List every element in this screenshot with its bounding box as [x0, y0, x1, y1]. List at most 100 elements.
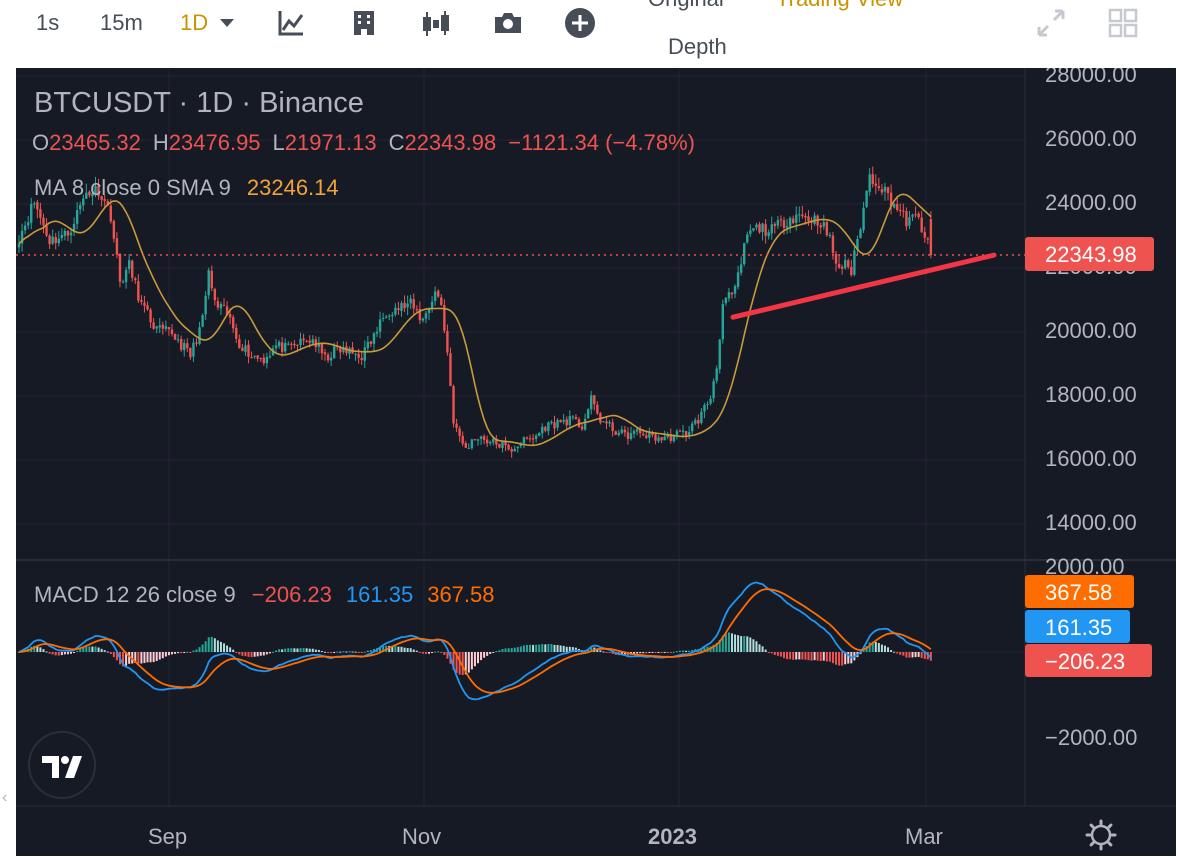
macd-hist-bar [789, 652, 792, 660]
candle-body [547, 422, 550, 432]
grid-layout-icon[interactable] [1106, 6, 1140, 40]
macd-signal-value: 367.58 [427, 582, 494, 607]
camera-icon[interactable] [491, 6, 525, 40]
macd-hist-bar [192, 650, 195, 652]
time-label: 2023 [648, 824, 697, 849]
candle-body [173, 333, 177, 340]
candle-body [42, 217, 45, 226]
macd-hist-bar [308, 648, 311, 652]
candles-icon[interactable] [419, 6, 453, 40]
candle-body [853, 250, 856, 275]
macd-hist-bar [97, 647, 100, 652]
chart-toolbar: 1s 15m 1D Original Trading View Depth [0, 0, 1178, 68]
tab-tradingview[interactable]: Trading View [776, 0, 903, 12]
macd-hist-bar [302, 648, 305, 652]
candle-body [207, 270, 210, 296]
candle-body [684, 431, 688, 436]
candle-body [54, 236, 57, 244]
candle-body [437, 290, 440, 297]
macd-hist-bar [327, 652, 330, 653]
macd-hist-bar [146, 652, 149, 663]
candle-body [590, 395, 593, 410]
macd-hist-bar [492, 652, 495, 653]
macd-hist-bar [678, 650, 681, 652]
low-value: 21971.13 [285, 130, 377, 155]
building-icon[interactable] [347, 6, 381, 40]
candle-body [482, 436, 486, 440]
candle-body [33, 203, 36, 205]
macd-hist-bar [109, 652, 112, 654]
candle-body [908, 217, 911, 226]
macd-hist-bar [544, 644, 547, 652]
macd-hist-bar [137, 652, 140, 664]
candle-body [492, 438, 495, 443]
macd-hist-bar [835, 652, 838, 665]
time-axis-bg [16, 808, 1176, 856]
macd-hist-bar [140, 652, 143, 664]
macd-hist-bar [779, 652, 782, 657]
candle-body [124, 269, 128, 283]
candle-body [470, 439, 474, 449]
macd-hist-bar [256, 652, 259, 657]
candle-body [865, 190, 868, 207]
fullscreen-icon[interactable] [1034, 6, 1068, 40]
macd-hist-bar [348, 651, 351, 653]
macd-hist-bar [437, 651, 440, 653]
macd-hist-bar [421, 652, 424, 654]
candle-body [663, 436, 666, 441]
candle-body [320, 343, 324, 354]
candle-body [831, 235, 835, 253]
candle-body [611, 422, 614, 432]
candle-body [57, 238, 60, 244]
candle-body [544, 427, 547, 431]
candle-body [724, 297, 728, 304]
macd-hist-bar [556, 644, 559, 652]
macd-hist-bar [60, 652, 63, 656]
macd-hist-bar [522, 645, 525, 652]
interval-15m[interactable]: 15m [100, 8, 143, 38]
macd-hist-bar [320, 651, 323, 653]
macd-hist-bar [177, 652, 180, 654]
interval-1d[interactable]: 1D [180, 8, 208, 38]
macd-hist-bar [550, 644, 553, 652]
candle-body [767, 232, 770, 237]
candle-body [779, 219, 783, 221]
macd-hist-bar [210, 636, 213, 652]
interval-1s[interactable]: 1s [36, 8, 59, 38]
tab-depth[interactable]: Depth [668, 34, 727, 60]
chevron-down-icon[interactable] [214, 6, 240, 40]
macd-hist-bar [672, 651, 675, 653]
candle-body [752, 228, 755, 231]
candle-body [375, 331, 379, 334]
macd-hist-bar [483, 652, 486, 658]
macd-badge-label: 161.35 [1045, 615, 1112, 640]
macd-hist-bar [296, 648, 299, 652]
tab-original[interactable]: Original [648, 0, 724, 12]
ma-legend[interactable]: MA 8 close 0 SMA 9 23246.14 [34, 175, 339, 200]
candle-body [798, 214, 801, 216]
candle-body [788, 217, 792, 227]
price-chart[interactable]: ‹ BTCUSDT · 1D · Binance O23465.32 H23476… [0, 68, 1178, 858]
candle-body [253, 355, 256, 357]
scroll-left-icon[interactable]: ‹ [2, 789, 7, 806]
candle-body [770, 224, 773, 234]
tradingview-logo-icon[interactable] [28, 731, 96, 799]
macd-hist-bar [91, 646, 94, 652]
candle-body [277, 342, 281, 347]
macd-hist-bar [415, 650, 418, 652]
macd-hist-bar [70, 652, 73, 654]
macd-hist-bar [241, 652, 244, 656]
candle-body [213, 288, 217, 301]
macd-hist-bar [758, 644, 761, 652]
candle-body [75, 209, 79, 224]
add-icon[interactable] [563, 6, 597, 40]
macd-hist-bar [734, 634, 737, 652]
symbol-interval: 1D [196, 87, 233, 119]
macd-hist-bar [247, 652, 250, 657]
indicator-icon[interactable] [274, 6, 308, 40]
candle-body [296, 344, 299, 346]
candle-body [565, 419, 568, 426]
macd-hist-bar [443, 652, 446, 655]
candle-body [293, 343, 296, 346]
candle-body [828, 234, 832, 236]
